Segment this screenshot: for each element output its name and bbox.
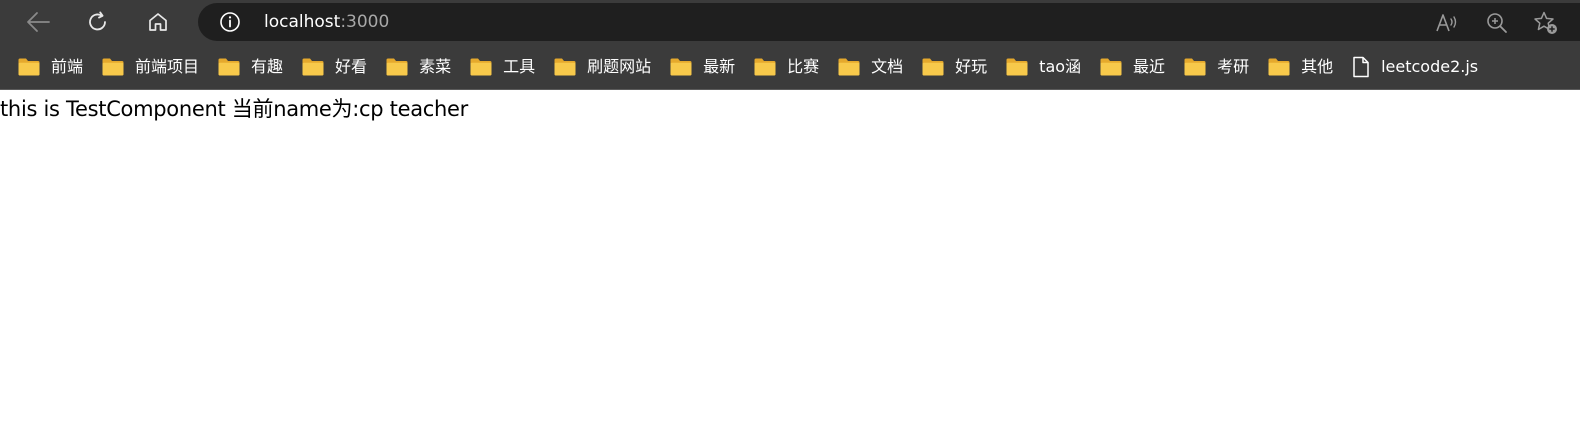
bookmark-label: 好玩 xyxy=(955,57,988,76)
bookmark-label: 工具 xyxy=(503,57,536,76)
folder-icon xyxy=(18,58,40,76)
bookmark-item[interactable]: 工具 xyxy=(469,55,535,79)
folder-icon xyxy=(838,58,860,76)
bookmark-item[interactable]: 最新 xyxy=(669,55,735,79)
browser-chrome: localhost:3000 前端 前端项目 有趣 好看 素菜 工具 刷题网站 … xyxy=(0,0,1580,90)
zoom-button[interactable] xyxy=(1484,10,1510,36)
folder-icon xyxy=(922,58,944,76)
add-favorite-icon xyxy=(1534,11,1557,34)
bookmark-item[interactable]: 最近 xyxy=(1099,55,1165,79)
home-icon xyxy=(149,13,167,31)
folder-icon xyxy=(102,58,124,76)
bookmark-item[interactable]: 前端项目 xyxy=(101,55,199,79)
folder-icon xyxy=(1268,58,1290,76)
read-aloud-button[interactable] xyxy=(1434,10,1460,36)
reload-icon xyxy=(89,11,106,31)
bookmarks-bar: 前端 前端项目 有趣 好看 素菜 工具 刷题网站 最新 比赛 文档 好玩 tao涵 最近 考研 其他 leet… xyxy=(0,44,1580,90)
bookmark-item[interactable]: 刷题网站 xyxy=(553,55,651,79)
read-aloud-icon xyxy=(1436,14,1457,32)
folder-icon xyxy=(386,58,408,76)
reload-button[interactable] xyxy=(82,6,114,38)
folder-icon xyxy=(1100,58,1122,76)
bookmark-item[interactable]: 好玩 xyxy=(921,55,987,79)
home-button[interactable] xyxy=(142,6,174,38)
site-info-button[interactable] xyxy=(218,10,242,34)
bookmark-label: 考研 xyxy=(1217,57,1250,76)
bookmark-item[interactable]: tao涵 xyxy=(1005,55,1081,79)
component-text: this is TestComponent 当前name为:cp teacher xyxy=(0,97,469,121)
bookmark-label: 其他 xyxy=(1301,57,1334,76)
bookmark-label: 素菜 xyxy=(419,57,452,76)
bookmark-item[interactable]: 前端 xyxy=(17,55,83,79)
bookmark-label: 比赛 xyxy=(787,57,820,76)
bookmark-item[interactable]: leetcode2.js xyxy=(1351,55,1478,79)
url-port: :3000 xyxy=(340,12,390,32)
file-icon xyxy=(1353,56,1369,78)
info-icon xyxy=(220,12,240,32)
bookmark-item[interactable]: 其他 xyxy=(1267,55,1333,79)
folder-icon xyxy=(554,58,576,76)
folder-icon xyxy=(470,58,492,76)
bookmark-label: 文档 xyxy=(871,57,904,76)
back-icon xyxy=(27,12,50,32)
folder-icon xyxy=(670,58,692,76)
back-button[interactable] xyxy=(22,6,54,38)
folder-icon xyxy=(1006,58,1028,76)
bookmark-label: leetcode2.js xyxy=(1381,57,1479,76)
bookmark-label: 好看 xyxy=(335,57,368,76)
page-content: this is TestComponent 当前name为:cp teacher xyxy=(0,90,1580,122)
folder-icon xyxy=(218,58,240,76)
address-bar[interactable]: localhost:3000 xyxy=(198,3,1580,41)
bookmark-label: 前端 xyxy=(51,57,84,76)
folder-icon xyxy=(302,58,324,76)
bookmark-label: 最近 xyxy=(1133,57,1166,76)
folder-icon xyxy=(754,58,776,76)
browser-toolbar: localhost:3000 xyxy=(0,0,1580,44)
url-text[interactable]: localhost:3000 xyxy=(264,12,389,32)
bookmark-item[interactable]: 文档 xyxy=(837,55,903,79)
bookmark-label: 前端项目 xyxy=(135,57,200,76)
bookmarks-list: 前端 前端项目 有趣 好看 素菜 工具 刷题网站 最新 比赛 文档 好玩 tao涵 最近 考研 其他 leet… xyxy=(17,55,1496,79)
bookmark-label: 有趣 xyxy=(251,57,284,76)
bookmark-item[interactable]: 考研 xyxy=(1183,55,1249,79)
bookmark-item[interactable]: 有趣 xyxy=(217,55,283,79)
bookmark-label: tao涵 xyxy=(1039,57,1082,76)
bookmark-item[interactable]: 素菜 xyxy=(385,55,451,79)
bookmark-item[interactable]: 比赛 xyxy=(753,55,819,79)
add-favorite-button[interactable] xyxy=(1533,10,1559,36)
zoom-icon xyxy=(1487,13,1507,33)
url-host: localhost xyxy=(264,12,341,32)
bookmark-label: 最新 xyxy=(703,57,736,76)
bookmark-item[interactable]: 好看 xyxy=(301,55,367,79)
bookmark-label: 刷题网站 xyxy=(587,57,652,76)
folder-icon xyxy=(1184,58,1206,76)
